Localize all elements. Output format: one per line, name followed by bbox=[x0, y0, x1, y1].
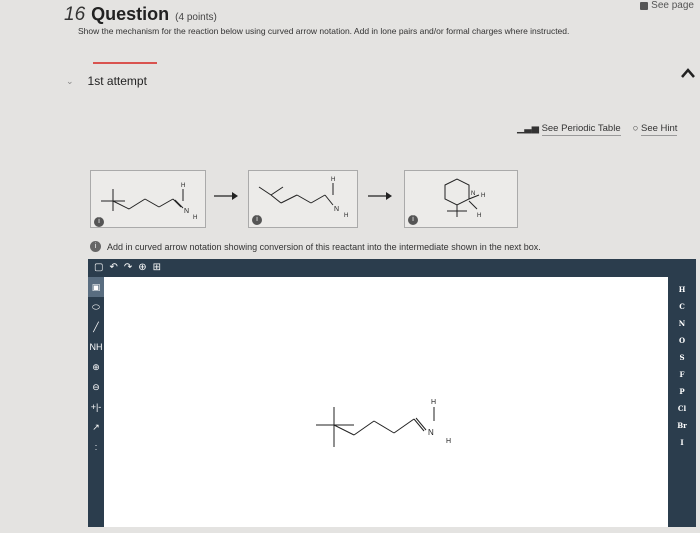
charge-toggle-icon[interactable]: +|- bbox=[88, 397, 104, 417]
redo-icon[interactable]: ↷ bbox=[124, 259, 132, 277]
negative-charge-icon[interactable]: ⊖ bbox=[88, 377, 104, 397]
eraser-icon[interactable]: ⬭ bbox=[88, 297, 104, 317]
selection-tool-icon[interactable]: ▣ bbox=[88, 277, 104, 297]
element-h[interactable]: H bbox=[679, 281, 686, 298]
info-icon[interactable]: i bbox=[90, 241, 101, 252]
editor-left-tools: ▣ ⬭ ╱ NH ⊕ ⊖ +|- ↗ : bbox=[88, 277, 104, 527]
mechanism-box-3[interactable]: H H N i bbox=[404, 170, 518, 228]
element-cl[interactable]: Cl bbox=[678, 400, 686, 417]
info-icon[interactable]: i bbox=[94, 217, 104, 227]
question-points: (4 points) bbox=[175, 12, 217, 23]
atom-h-top: H bbox=[431, 399, 436, 406]
page-icon bbox=[640, 1, 649, 10]
question-title: Question bbox=[91, 4, 170, 24]
info-icon[interactable]: i bbox=[252, 215, 262, 225]
zoom-icon[interactable]: ⊕ bbox=[138, 259, 146, 277]
element-o[interactable]: O bbox=[679, 332, 685, 349]
attempt-toggle[interactable]: ⌄ 1st attempt bbox=[66, 74, 147, 88]
canvas-molecule: H N H bbox=[316, 399, 451, 447]
molecule-drawing-3: H H N bbox=[444, 178, 485, 219]
atom-h-top: H bbox=[481, 193, 485, 199]
question-instructions: Show the mechanism for the reaction belo… bbox=[78, 26, 570, 36]
periodic-table-link[interactable]: ▁▃▅ See Periodic Table bbox=[517, 123, 621, 136]
atom-h: H bbox=[344, 213, 348, 219]
question-number: 16 bbox=[64, 4, 86, 25]
molecule-drawing-1: H N H bbox=[101, 183, 197, 221]
select-tool-icon[interactable]: ▢ bbox=[94, 259, 103, 277]
element-s[interactable]: S bbox=[679, 349, 684, 366]
attempt-indicator-bar bbox=[93, 62, 157, 64]
see-page-link[interactable]: See page bbox=[640, 0, 694, 11]
mechanism-sequence: H N H i H N H i H H N i bbox=[90, 170, 520, 228]
mechanism-box-1[interactable]: H N H i bbox=[90, 170, 206, 228]
atom-h-top: H bbox=[331, 177, 335, 183]
element-i[interactable]: I bbox=[680, 434, 683, 451]
element-f[interactable]: F bbox=[680, 366, 685, 383]
element-palette: H C N O S F P Cl Br I bbox=[668, 277, 696, 527]
reaction-arrow-icon bbox=[214, 192, 238, 200]
molecule-drawing-2: H N H bbox=[258, 177, 348, 219]
question-header: 16 Question (4 points) bbox=[64, 4, 217, 26]
hint-label: See Hint bbox=[641, 123, 678, 136]
atom-n: N bbox=[471, 191, 475, 197]
instruction-note-text: Add in curved arrow notation showing con… bbox=[107, 241, 541, 252]
bar-chart-icon: ▁▃▅ bbox=[517, 123, 539, 134]
info-icon[interactable]: i bbox=[408, 215, 418, 225]
atom-label-tool-icon[interactable]: NH bbox=[88, 337, 104, 357]
template-icon[interactable]: ⊞ bbox=[153, 259, 161, 277]
drawing-canvas[interactable]: H N H bbox=[104, 277, 668, 527]
atom-h-top: H bbox=[181, 183, 185, 189]
atom-n: N bbox=[184, 208, 189, 215]
reaction-arrow-icon bbox=[368, 192, 392, 200]
atom-h: H bbox=[446, 438, 451, 445]
atom-h: H bbox=[477, 213, 481, 219]
positive-charge-icon[interactable]: ⊕ bbox=[88, 357, 104, 377]
mechanism-box-2[interactable]: H N H i bbox=[248, 170, 358, 228]
atom-h: H bbox=[193, 215, 197, 221]
see-page-label: See page bbox=[651, 0, 694, 11]
atom-n: N bbox=[428, 428, 434, 437]
lone-pair-icon[interactable]: : bbox=[88, 437, 104, 457]
element-c[interactable]: C bbox=[679, 298, 685, 315]
element-p[interactable]: P bbox=[679, 383, 684, 400]
chevron-down-icon: ⌄ bbox=[66, 75, 74, 86]
help-links: ▁▃▅ See Periodic Table ○ See Hint bbox=[517, 123, 678, 136]
element-n[interactable]: N bbox=[679, 315, 685, 332]
collapse-caret-icon[interactable] bbox=[680, 66, 696, 80]
lightbulb-icon: ○ bbox=[632, 123, 639, 134]
atom-n: N bbox=[334, 206, 339, 213]
editor-toolbar: ▢ ↶ ↷ ⊕ ⊞ bbox=[88, 259, 696, 277]
hint-link[interactable]: ○ See Hint bbox=[632, 123, 678, 136]
curved-arrow-icon[interactable]: ↗ bbox=[88, 417, 104, 437]
undo-icon[interactable]: ↶ bbox=[109, 259, 117, 277]
bond-tool-icon[interactable]: ╱ bbox=[88, 317, 104, 337]
element-br[interactable]: Br bbox=[677, 417, 687, 434]
attempt-label: 1st attempt bbox=[87, 74, 147, 88]
instruction-note: i Add in curved arrow notation showing c… bbox=[90, 241, 541, 252]
periodic-table-label: See Periodic Table bbox=[541, 123, 621, 136]
